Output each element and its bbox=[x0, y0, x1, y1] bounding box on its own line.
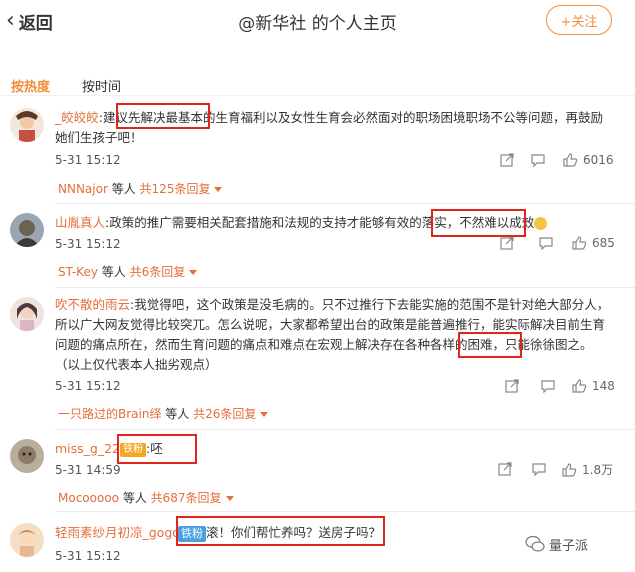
fan-badge: 铁粉 bbox=[120, 442, 146, 457]
share-icon bbox=[500, 236, 514, 250]
divider bbox=[55, 287, 635, 288]
share-button[interactable] bbox=[497, 461, 513, 477]
wechat-icon bbox=[525, 535, 545, 552]
comment-text: 山胤真人:政策的推广需要相关配套措施和法规的支持才能够有效的落实，不然难以成效 bbox=[55, 213, 610, 233]
comment-body: 铁粉:呸 bbox=[120, 439, 200, 459]
divider bbox=[55, 203, 635, 204]
like-count: 6016 bbox=[583, 153, 614, 167]
comment-button[interactable] bbox=[531, 461, 547, 477]
comment-username[interactable]: 吹不散的雨云 bbox=[55, 297, 130, 312]
replies-link[interactable]: ST-Key 等人 共6条回复 bbox=[58, 263, 198, 280]
highlighted-phrase: 不然难以成效 bbox=[459, 215, 535, 230]
thumbs-up-icon bbox=[563, 153, 578, 167]
share-button[interactable] bbox=[499, 235, 515, 251]
comment-username[interactable]: miss_g_22 bbox=[55, 441, 120, 456]
caret-down-icon bbox=[260, 412, 269, 417]
comment-item: 山胤真人:政策的推广需要相关配套措施和法规的支持才能够有效的落实，不然难以成效 … bbox=[0, 207, 635, 287]
thumbs-up-icon bbox=[562, 462, 577, 477]
comment-body: 铁粉 滚！你们帮忙养吗？送房子吗？ bbox=[178, 523, 398, 543]
comment-button[interactable] bbox=[530, 152, 546, 168]
tab-by-popularity[interactable]: 按热度 bbox=[11, 76, 50, 95]
share-icon bbox=[498, 462, 512, 476]
follow-button[interactable]: +关注 bbox=[546, 5, 612, 35]
highlighted-phrase: 徐徐图之 bbox=[530, 337, 581, 352]
comment-button[interactable] bbox=[538, 235, 554, 251]
share-button[interactable] bbox=[499, 152, 515, 168]
sort-tabs: 按热度 按时间 bbox=[0, 60, 635, 96]
comment-button[interactable] bbox=[540, 378, 556, 394]
share-button[interactable] bbox=[504, 378, 520, 394]
watermark: 量子派 bbox=[525, 534, 588, 554]
like-button[interactable]: 148 bbox=[571, 378, 615, 394]
like-button[interactable]: 685 bbox=[571, 235, 615, 251]
comment-text: _皎皎皎:建议先解决最基本的生育福利以及女性生育会必然面对的职场困境职场不公等问… bbox=[55, 110, 604, 145]
caret-down-icon bbox=[225, 496, 234, 501]
tab-by-time[interactable]: 按时间 bbox=[82, 76, 121, 95]
share-icon bbox=[505, 379, 519, 393]
like-button[interactable]: 6016 bbox=[562, 152, 614, 168]
comment-username[interactable]: 山胤真人 bbox=[55, 215, 105, 230]
like-button[interactable]: 1.8万 bbox=[561, 461, 613, 478]
caret-down-icon bbox=[214, 187, 223, 192]
thumbs-up-icon bbox=[572, 379, 587, 393]
avatar[interactable] bbox=[10, 523, 44, 557]
replies-link[interactable]: Mocooooo 等人 共687条回复 bbox=[58, 489, 234, 506]
comment-icon bbox=[532, 463, 546, 477]
like-count: 148 bbox=[592, 379, 615, 393]
comment-item: _皎皎皎:建议先解决最基本的生育福利以及女性生育会必然面对的职场困境职场不公等问… bbox=[0, 100, 635, 200]
avatar[interactable] bbox=[10, 297, 44, 331]
avatar[interactable] bbox=[10, 213, 44, 247]
comment-icon bbox=[539, 237, 553, 251]
share-icon bbox=[500, 153, 514, 167]
replies-link[interactable]: NNNajor 等人 共125条回复 bbox=[58, 180, 223, 197]
comment-item: 吹不散的雨云:我觉得吧，这个政策是没毛病的。只不过推行下去能实施的范围不是针对绝… bbox=[0, 291, 635, 429]
avatar[interactable] bbox=[10, 108, 44, 142]
like-count: 1.8万 bbox=[582, 463, 614, 477]
comment-time: 5-31 15:12 bbox=[55, 549, 121, 563]
top-bar: ‹ 返回 @新华社 的个人主页 +关注 bbox=[0, 0, 635, 46]
like-count: 685 bbox=[592, 236, 615, 250]
comment-icon bbox=[541, 380, 555, 394]
replies-link[interactable]: 一只路过的Brain绎 等人 共26条回复 bbox=[58, 405, 269, 422]
divider bbox=[55, 429, 635, 430]
page-title: @新华社 的个人主页 bbox=[238, 14, 397, 34]
comment-time: 5-31 14:59 bbox=[55, 463, 121, 477]
comment-time: 5-31 15:12 bbox=[55, 153, 121, 167]
comment-icon bbox=[531, 154, 545, 168]
divider bbox=[55, 511, 635, 512]
thumbs-up-icon bbox=[572, 236, 587, 250]
caret-down-icon bbox=[189, 270, 198, 275]
comment-item: miss_g_22 铁粉:呸 5-31 14:59 1.8万 Mocooooo … bbox=[0, 433, 635, 511]
highlighted-phrase: 先解决最基本的 bbox=[127, 110, 216, 125]
comment-username[interactable]: _皎皎皎 bbox=[55, 110, 99, 125]
comment-text: 吹不散的雨云:我觉得吧，这个政策是没毛病的。只不过推行下去能实施的范围不是针对绝… bbox=[55, 297, 610, 372]
avatar[interactable] bbox=[10, 439, 44, 473]
watermark-text: 量子派 bbox=[549, 538, 589, 554]
comment-time: 5-31 15:12 bbox=[55, 237, 121, 251]
comment-username[interactable]: 轻雨素纱月初凉_gogo bbox=[55, 525, 180, 540]
emoji-icon bbox=[534, 217, 548, 230]
comment-time: 5-31 15:12 bbox=[55, 379, 121, 393]
fan-badge: 铁粉 bbox=[178, 525, 206, 542]
